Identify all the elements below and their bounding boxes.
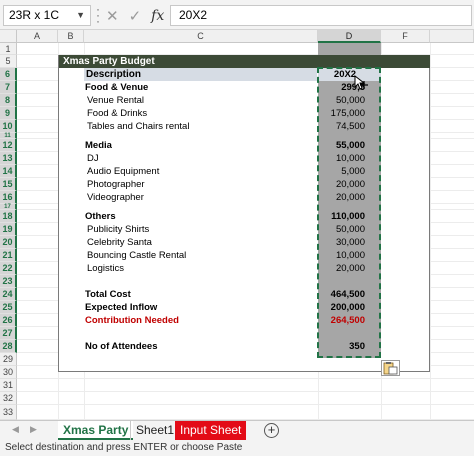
row-header[interactable]: 19 — [0, 223, 17, 236]
column-header-g[interactable] — [430, 30, 474, 43]
row-header[interactable]: 12 — [0, 139, 17, 152]
select-all-corner[interactable] — [0, 30, 17, 43]
x-icon[interactable]: ✕ — [106, 7, 119, 25]
line-label[interactable]: Food & Venue — [85, 81, 148, 94]
check-icon[interactable]: ✓ — [129, 7, 142, 25]
more-options-icon[interactable]: · · · — [95, 3, 101, 27]
clipboard-icon — [383, 362, 398, 375]
row-header[interactable]: 15 — [0, 178, 17, 191]
name-box-value: 23R x 1C — [9, 8, 60, 22]
row-header[interactable]: 6 — [0, 68, 17, 81]
row-header[interactable]: 33 — [0, 405, 17, 420]
name-box[interactable]: 23R x 1C ▼ — [3, 5, 91, 26]
line-label[interactable]: Total Cost — [85, 288, 131, 301]
column-header-f[interactable]: F — [381, 30, 430, 43]
row-header[interactable]: 23 — [0, 275, 17, 288]
row-header[interactable]: 31 — [0, 379, 17, 392]
column-header-c[interactable]: C — [84, 30, 318, 43]
gridline — [17, 404, 474, 405]
line-label[interactable]: Audio Equipment — [87, 165, 159, 178]
row-header[interactable]: 14 — [0, 165, 17, 178]
tab-input-sheet[interactable]: Input Sheet — [175, 421, 247, 440]
column-header-a[interactable]: A — [17, 30, 58, 43]
formula-bar: 23R x 1C ▼ · · · ✕ ✓ fx 20X2 — [0, 0, 474, 30]
line-label[interactable]: Logistics — [87, 262, 124, 275]
status-bar-message: Select destination and press ENTER or ch… — [0, 440, 474, 456]
line-label[interactable]: Celebrity Santa — [87, 236, 152, 249]
line-label[interactable]: Tables and Chairs rental — [87, 120, 189, 133]
line-label[interactable]: Publicity Shirts — [87, 223, 149, 236]
line-label[interactable]: Videographer — [87, 191, 144, 204]
row-header[interactable]: 25 — [0, 301, 17, 314]
line-label[interactable]: Food & Drinks — [87, 107, 147, 120]
description-header[interactable]: Description — [84, 68, 317, 81]
row-header[interactable]: 30 — [0, 366, 17, 379]
column-header-d[interactable]: D — [318, 30, 381, 43]
gridline — [17, 378, 474, 379]
row-header[interactable]: 18 — [0, 210, 17, 223]
scroll-right-icon[interactable]: ▶ — [30, 424, 37, 435]
line-label[interactable]: Media — [85, 139, 112, 152]
fx-icon[interactable]: fx — [151, 8, 164, 24]
row-header[interactable]: 20 — [0, 236, 17, 249]
row-header[interactable]: 24 — [0, 288, 17, 301]
line-label[interactable]: Bouncing Castle Rental — [87, 249, 186, 262]
line-label[interactable]: Contribution Needed — [85, 314, 179, 327]
add-sheet-icon[interactable]: + — [264, 423, 279, 438]
scroll-left-icon[interactable]: ◀ — [12, 424, 19, 435]
line-label[interactable]: No of Attendees — [85, 340, 157, 353]
row-header[interactable]: 21 — [0, 249, 17, 262]
gridline — [430, 43, 431, 420]
row-header[interactable]: 9 — [0, 107, 17, 120]
paste-options-button[interactable] — [381, 360, 400, 376]
chevron-down-icon[interactable]: ▼ — [76, 6, 85, 25]
row-header[interactable]: 22 — [0, 262, 17, 275]
copy-selection-border — [317, 67, 381, 358]
line-label[interactable]: Others — [85, 210, 116, 223]
formula-buttons: ✕ ✓ fx — [106, 5, 164, 26]
line-label[interactable]: Expected Inflow — [85, 301, 157, 314]
row-header[interactable]: 32 — [0, 392, 17, 405]
line-label[interactable]: Venue Rental — [87, 94, 144, 107]
gridline — [17, 391, 474, 392]
tab-xmas-party[interactable]: Xmas Party — [58, 421, 134, 440]
tab-sheet1[interactable]: Sheet1 — [130, 421, 179, 440]
row-header[interactable]: 8 — [0, 94, 17, 107]
row-header[interactable]: 7 — [0, 81, 17, 94]
row-header[interactable]: 27 — [0, 327, 17, 340]
row-header[interactable]: 26 — [0, 314, 17, 327]
row-header[interactable]: 28 — [0, 340, 17, 353]
row-header[interactable]: 13 — [0, 152, 17, 165]
row-header[interactable]: 5 — [0, 55, 17, 68]
line-label[interactable]: Photographer — [87, 178, 145, 191]
row-header[interactable]: 16 — [0, 191, 17, 204]
line-label[interactable]: DJ — [87, 152, 99, 165]
formula-input[interactable]: 20X2 — [170, 5, 472, 26]
sheet-tab-bar: ◀ ▶ Xmas Party Sheet1 Input Sheet + — [0, 420, 474, 440]
column-header-b[interactable]: B — [58, 30, 84, 43]
row-header[interactable]: 1 — [0, 43, 17, 55]
move-cursor-icon — [354, 75, 368, 90]
row-header[interactable]: 10 — [0, 120, 17, 133]
row-header[interactable]: 29 — [0, 353, 17, 366]
